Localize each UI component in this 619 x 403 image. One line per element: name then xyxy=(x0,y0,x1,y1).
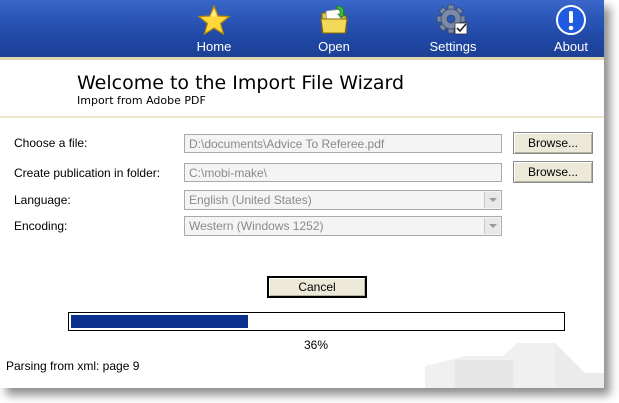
language-select[interactable]: English (United States) xyxy=(184,190,502,210)
star-icon xyxy=(197,4,231,36)
gear-icon xyxy=(436,4,470,36)
about-label: About xyxy=(554,39,588,54)
chevron-down-icon[interactable] xyxy=(484,192,500,208)
settings-label: Settings xyxy=(429,39,477,54)
settings-button[interactable]: Settings xyxy=(418,4,488,54)
pdf-watermark-icon xyxy=(425,338,604,388)
wizard-title: Welcome to the Import File Wizard xyxy=(77,72,405,94)
encoding-label: Encoding: xyxy=(14,219,68,233)
home-label: Home xyxy=(196,39,232,54)
language-value: English (United States) xyxy=(189,193,312,207)
browse-folder-button[interactable]: Browse... xyxy=(513,161,593,183)
folder-path-field[interactable]: C:\mobi-make\ xyxy=(184,163,502,182)
progress-bar xyxy=(68,312,565,331)
wizard-subtitle: Import from Adobe PDF xyxy=(77,94,206,107)
encoding-select[interactable]: Western (Windows 1252) xyxy=(184,216,502,236)
open-button[interactable]: Open xyxy=(299,4,369,54)
file-label: Choose a file: xyxy=(14,136,88,150)
toolbar: Home Open Settings About xyxy=(0,0,604,57)
header-divider xyxy=(0,116,604,118)
language-label: Language: xyxy=(14,193,71,207)
open-label: Open xyxy=(318,39,350,54)
browse-file-button[interactable]: Browse... xyxy=(513,132,593,154)
chevron-down-icon[interactable] xyxy=(484,218,500,234)
info-icon xyxy=(554,4,588,36)
toolbar-divider xyxy=(0,57,604,60)
status-text: Parsing from xml: page 9 xyxy=(6,359,140,373)
import-wizard-window: Home Open Settings About Welcome to the … xyxy=(0,0,604,388)
file-path-field[interactable]: D:\documents\Advice To Referee.pdf xyxy=(184,134,502,153)
home-button[interactable]: Home xyxy=(179,4,249,54)
encoding-value: Western (Windows 1252) xyxy=(189,219,324,233)
folder-label: Create publication in folder: xyxy=(14,166,161,180)
cancel-button[interactable]: Cancel xyxy=(267,276,367,298)
folder-icon xyxy=(317,4,351,36)
about-button[interactable]: About xyxy=(536,4,604,54)
progress-fill xyxy=(71,315,248,328)
